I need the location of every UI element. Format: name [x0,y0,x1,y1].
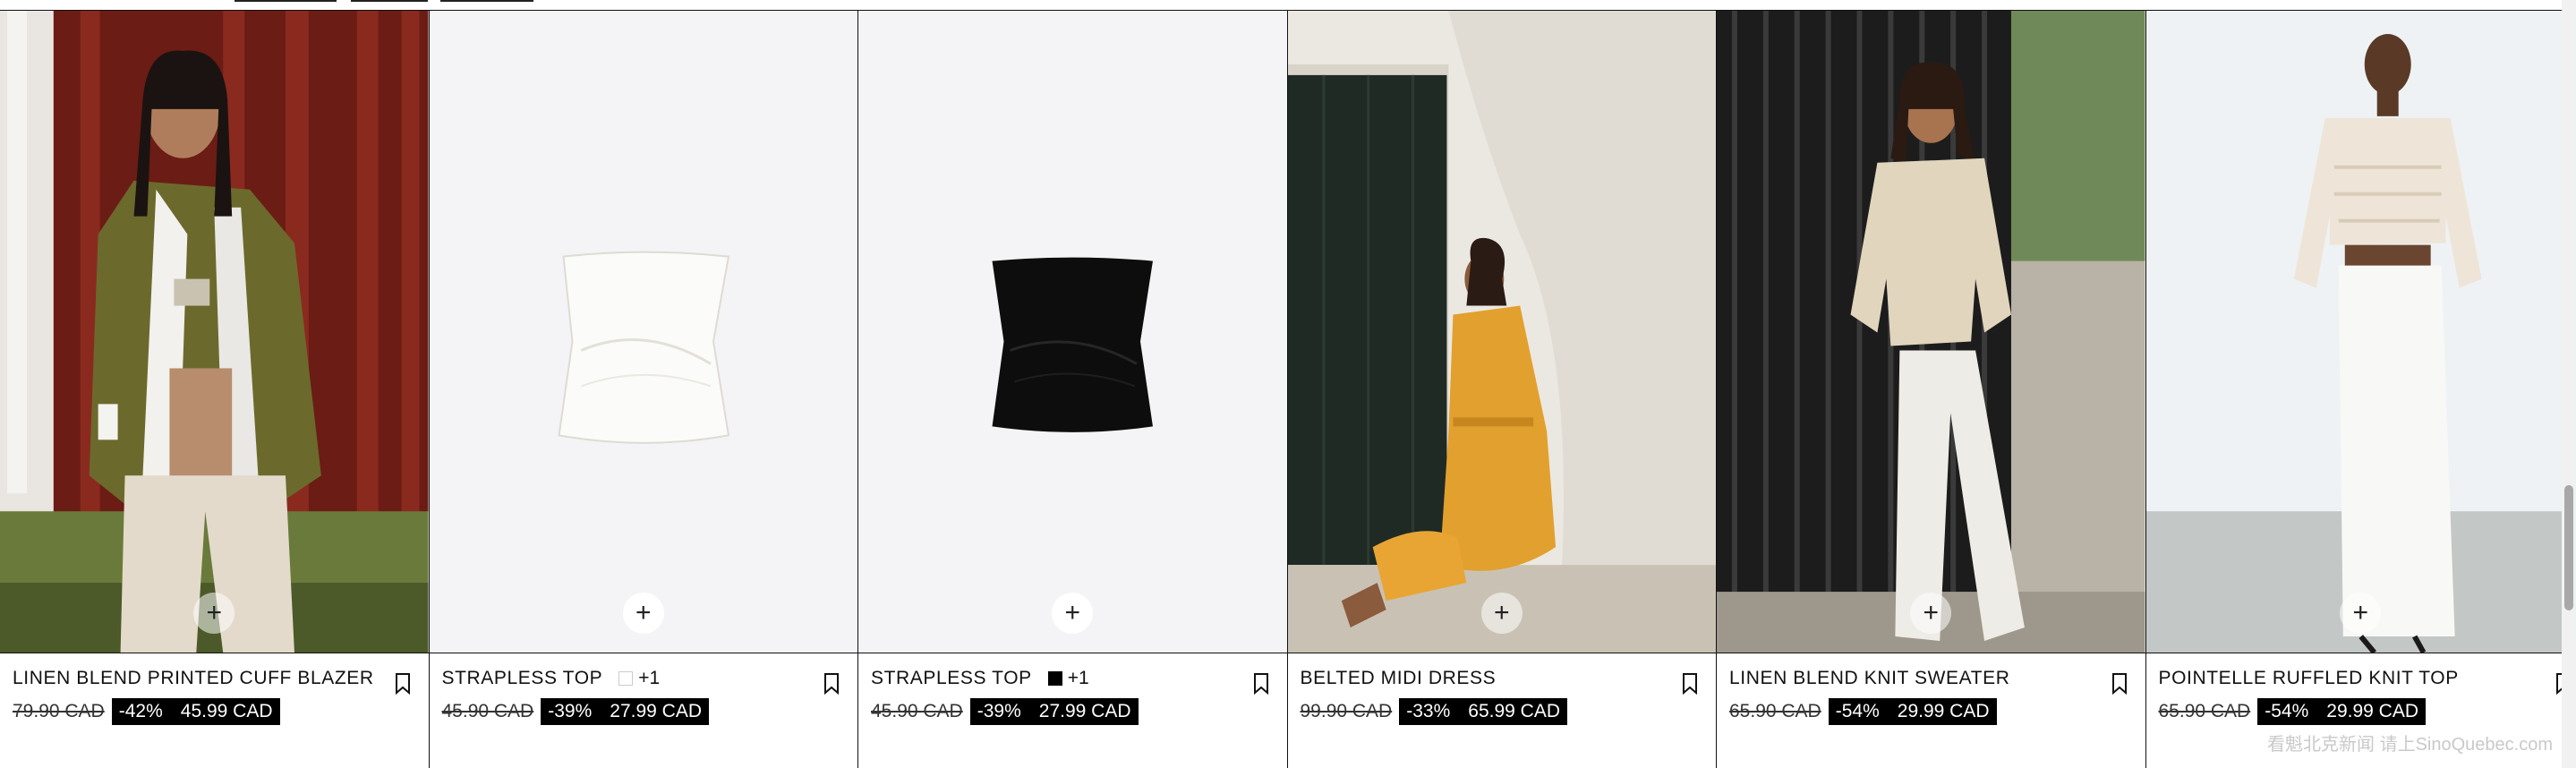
product-card[interactable]: + STRAPLESS TOP +1 45.90 CAD -39% 27.99 … [858,11,1288,768]
watermark: 看魁北克新闻 请上SinoQuebec.com [2267,735,2553,755]
sale-badge: -54% 29.99 CAD [1828,698,1997,725]
more-colors-count[interactable]: +1 [1068,668,1089,689]
product-card[interactable]: + BELTED MIDI DRESS 99.90 CAD -33% 65.99… [1287,11,1717,768]
bookmark-icon[interactable] [1253,673,1269,695]
price-row: 65.90 CAD -54% 29.99 CAD [1729,696,2133,727]
price-row: 79.90 CAD -42% 45.99 CAD [13,696,416,727]
price-row: 45.90 CAD -39% 27.99 CAD [442,696,846,727]
discount-percent: -54% [2265,701,2309,721]
original-price: 65.90 CAD [1729,701,1821,721]
product-card[interactable]: + STRAPLESS TOP +1 45.90 CAD -39% 27.99 … [429,11,858,768]
original-price: 79.90 CAD [13,701,105,721]
quick-add-button[interactable]: + [1480,593,1523,634]
original-price: 45.90 CAD [441,701,534,721]
sale-price: 29.99 CAD [1897,701,1990,721]
sale-price: 27.99 CAD [610,701,702,721]
bookmark-icon[interactable] [823,673,840,695]
price-row: 99.90 CAD -33% 65.99 CAD [1301,696,1704,727]
more-colors-count[interactable]: +1 [638,668,660,689]
sale-badge: -54% 29.99 CAD [2257,698,2426,725]
product-image[interactable]: + [0,11,429,653]
sale-badge: -33% 65.99 CAD [1399,698,1567,725]
product-name[interactable]: STRAPLESS TOP [871,668,1032,689]
bookmark-icon[interactable] [2111,673,2128,695]
color-swatch-black[interactable] [1047,671,1062,686]
product-image[interactable]: + [1287,11,1716,653]
vertical-scrollbar[interactable] [2562,0,2576,768]
sale-badge: -39% 27.99 CAD [541,698,709,725]
scrollbar-thumb[interactable] [2564,485,2573,610]
product-name[interactable]: LINEN BLEND PRINTED CUFF BLAZER [13,668,374,689]
product-info: STRAPLESS TOP +1 45.90 CAD -39% 27.99 CA… [858,661,1287,727]
product-name[interactable]: BELTED MIDI DRESS [1301,668,1497,689]
product-grid: + LINEN BLEND PRINTED CUFF BLAZER 79.90 … [0,11,2575,768]
discount-percent: -33% [1406,701,1451,721]
price-row: 45.90 CAD -39% 27.99 CAD [871,696,1275,727]
product-image[interactable]: + [2145,11,2575,653]
product-card[interactable]: + LINEN BLEND PRINTED CUFF BLAZER 79.90 … [0,11,430,768]
price-row: 65.90 CAD -54% 29.99 CAD [2159,696,2563,727]
quick-add-button[interactable]: + [2340,593,2382,634]
quick-add-button[interactable]: + [193,593,235,634]
product-photo [858,11,1287,653]
product-card[interactable]: + POINTELLE RUFFLED KNIT TOP 65.90 CAD -… [2145,11,2576,768]
discount-percent: -42% [118,701,163,721]
product-card[interactable]: + LINEN BLEND KNIT SWEATER 65.90 CAD -54… [1717,11,2146,768]
product-image[interactable]: + [429,11,857,653]
product-info: STRAPLESS TOP +1 45.90 CAD -39% 27.99 CA… [430,661,858,727]
product-info: BELTED MIDI DRESS 99.90 CAD -33% 65.99 C… [1288,661,1717,727]
discount-percent: -39% [977,701,1021,721]
product-name[interactable]: LINEN BLEND KNIT SWEATER [1729,668,2010,689]
product-photo [2145,11,2575,653]
product-image[interactable]: + [1717,11,2145,653]
product-info: LINEN BLEND KNIT SWEATER 65.90 CAD -54% … [1717,661,2145,727]
quick-add-button[interactable]: + [622,593,664,634]
sale-price: 29.99 CAD [2326,701,2418,721]
original-price: 99.90 CAD [1300,701,1393,721]
sale-price: 65.99 CAD [1468,701,1560,721]
sale-price: 45.99 CAD [180,701,273,721]
original-price: 65.90 CAD [2158,701,2251,721]
discount-percent: -39% [548,701,593,721]
sale-badge: -39% 27.99 CAD [969,698,1139,725]
product-info: POINTELLE RUFFLED KNIT TOP 65.90 CAD -54… [2146,661,2576,727]
quick-add-button[interactable]: + [1910,593,1952,634]
quick-add-button[interactable]: + [1052,593,1094,634]
product-name[interactable]: POINTELLE RUFFLED KNIT TOP [2159,668,2459,689]
product-listing-page: + LINEN BLEND PRINTED CUFF BLAZER 79.90 … [0,0,2576,768]
discount-percent: -54% [1835,701,1880,721]
product-photo [1287,11,1716,653]
bookmark-icon[interactable] [395,673,411,695]
original-price: 45.90 CAD [871,701,963,721]
product-image[interactable]: + [858,11,1287,653]
sale-price: 27.99 CAD [1038,701,1131,721]
product-info: LINEN BLEND PRINTED CUFF BLAZER 79.90 CA… [0,661,429,727]
filter-tab-indicator[interactable] [351,0,428,2]
filter-tab-indicator[interactable] [235,0,337,2]
filter-tab-indicator[interactable] [440,0,533,2]
product-photo [429,11,857,653]
product-name[interactable]: STRAPLESS TOP [442,668,603,689]
product-photo [1717,11,2145,653]
color-swatch-white[interactable] [618,671,634,686]
sale-badge: -42% 45.99 CAD [111,698,280,725]
bookmark-icon[interactable] [1682,673,1698,695]
product-photo [0,11,429,653]
